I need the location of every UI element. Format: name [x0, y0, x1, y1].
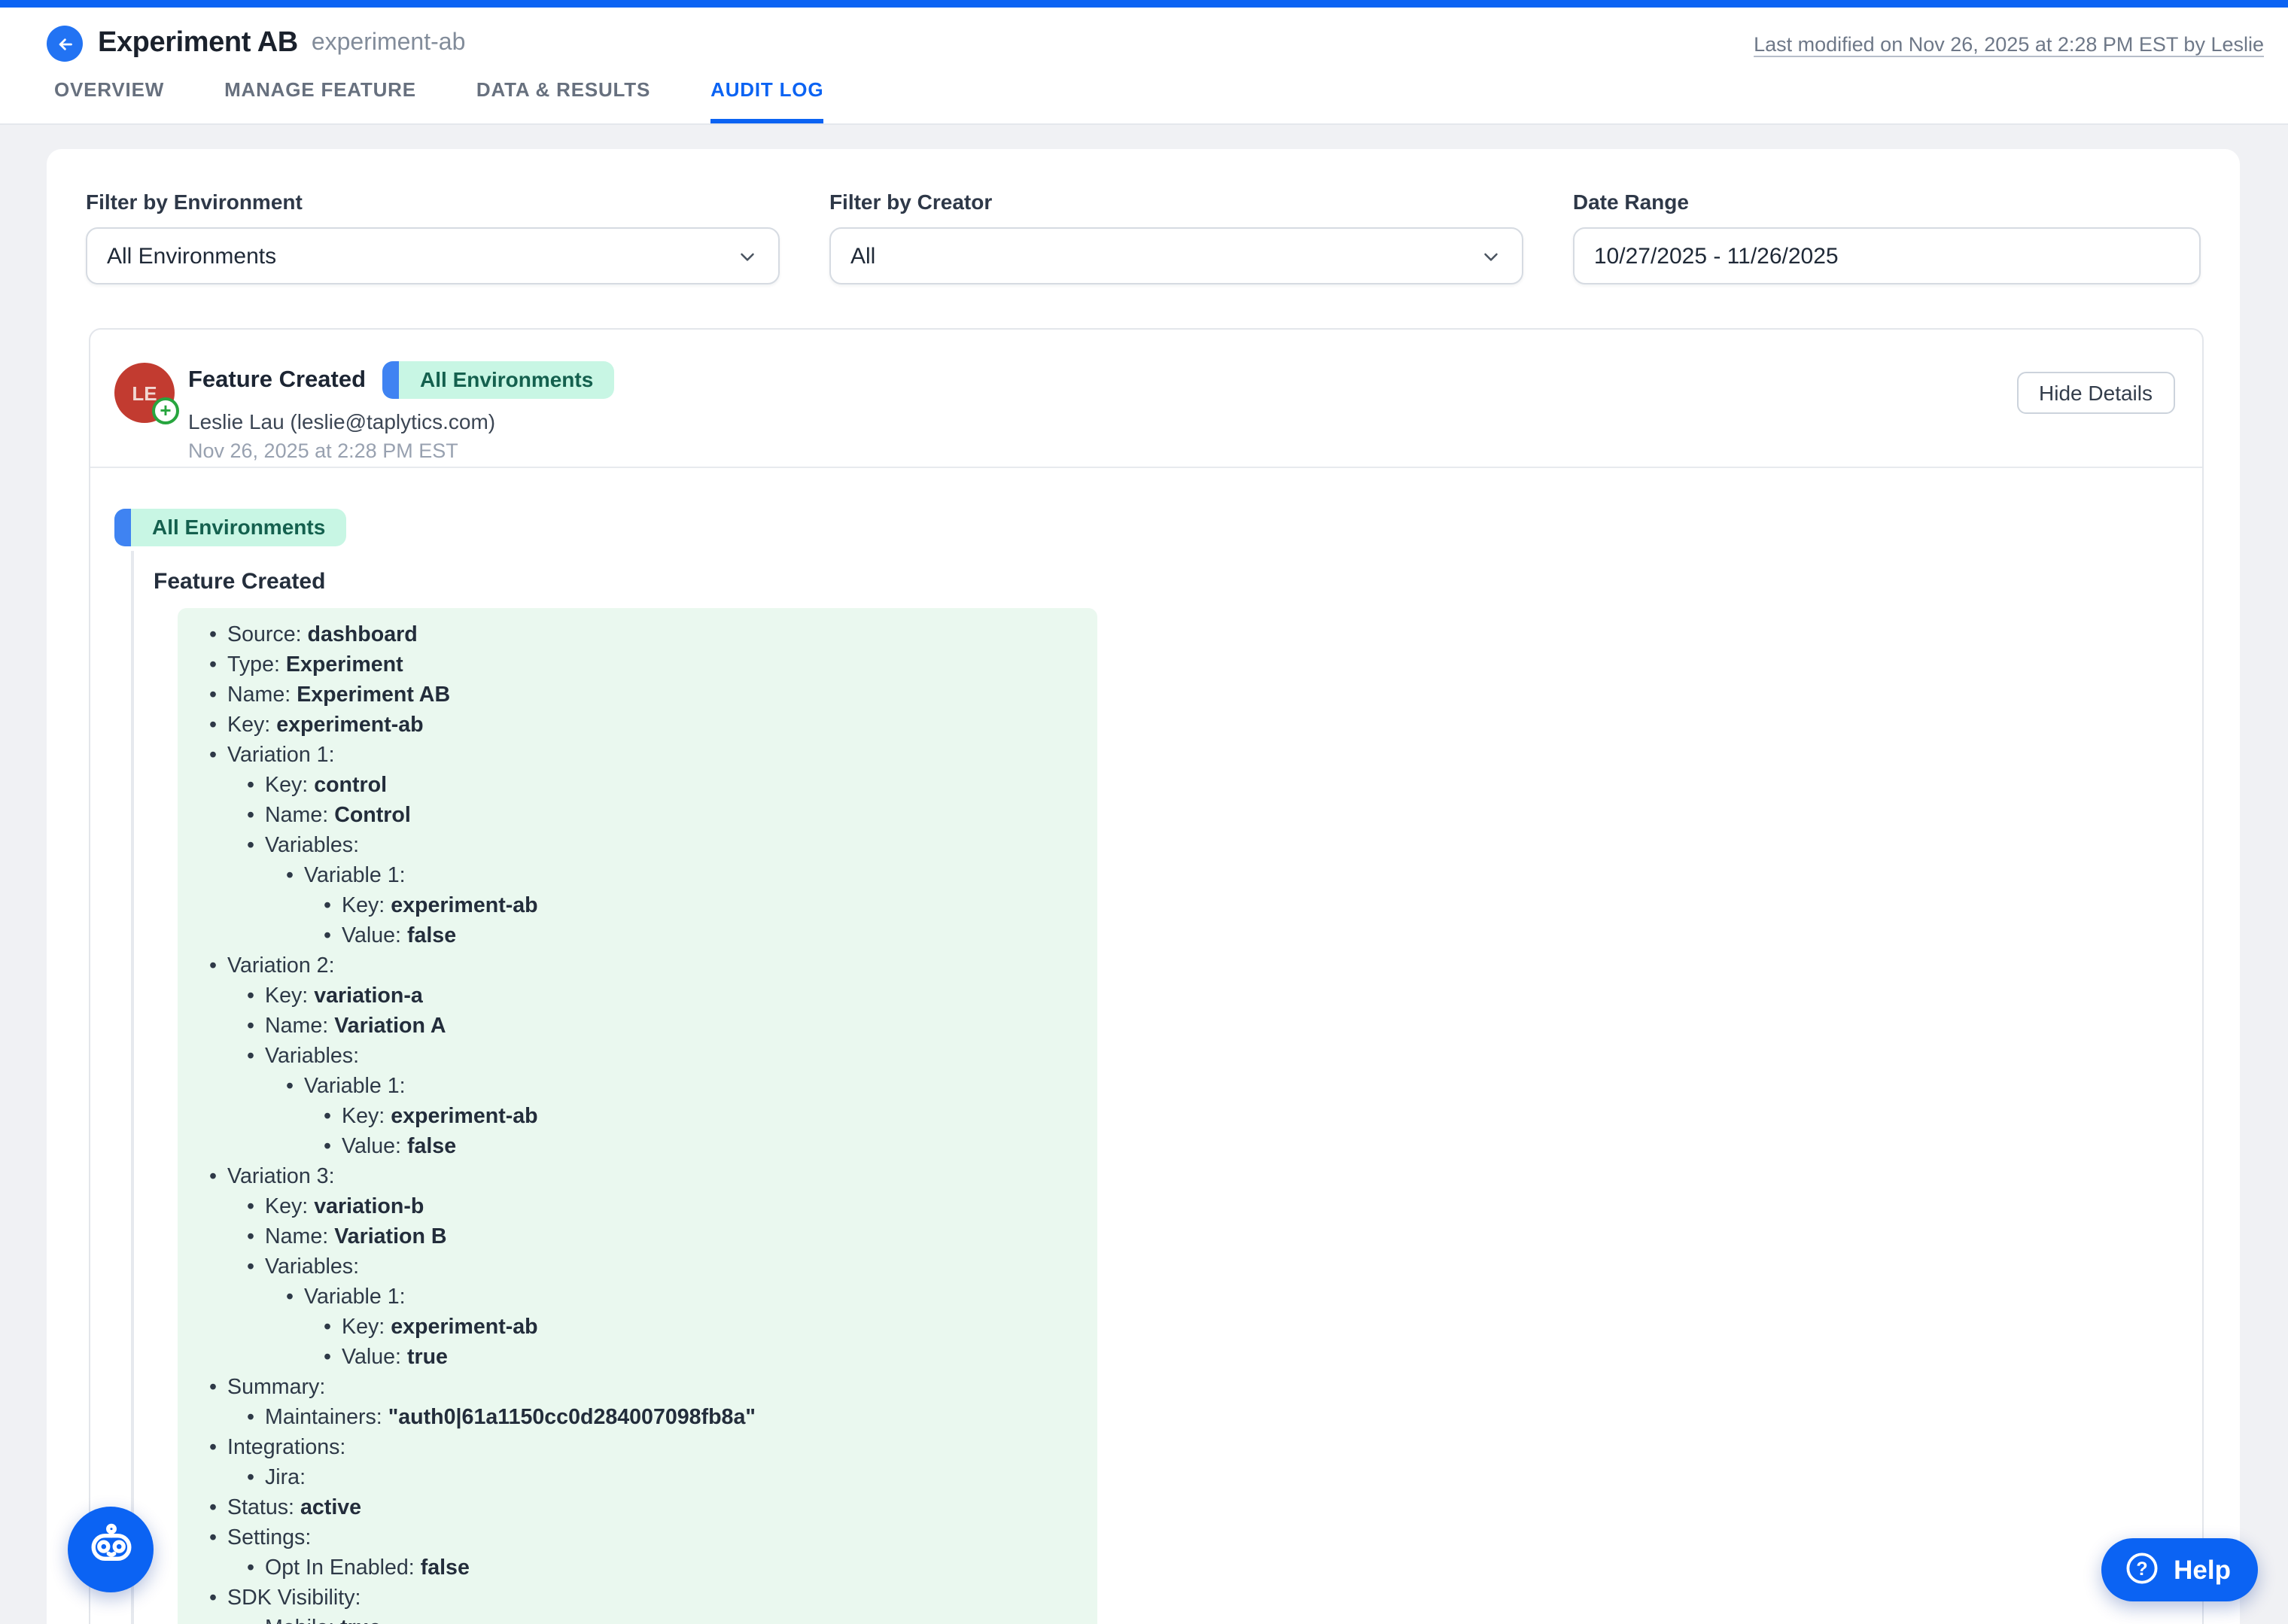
detail-line: Maintainers: "auth0|61a1150cc0d284007098…: [178, 1403, 1097, 1433]
environment-badge-label: All Environments: [399, 361, 614, 399]
environment-color-chip: [382, 361, 399, 399]
tab-bar: OVERVIEW MANAGE FEATURE DATA & RESULTS AUDI…: [54, 78, 823, 123]
robot-icon: [85, 1522, 136, 1577]
detail-line: Key: experiment-ab: [178, 710, 1097, 741]
detail-line: Key: control: [178, 771, 1097, 801]
environment-badge: All Environments: [114, 509, 346, 546]
arrow-left-icon: [53, 32, 76, 55]
back-button[interactable]: [47, 26, 83, 62]
environment-filter-label: Filter by Environment: [86, 190, 780, 214]
question-mark-icon: ?: [2124, 1549, 2160, 1590]
help-button-label: Help: [2174, 1554, 2231, 1586]
date-range-group: Date Range 10/27/2025 - 11/26/2025: [1573, 190, 2201, 284]
detail-line: Value: false: [178, 921, 1097, 951]
environment-color-chip: [114, 509, 131, 546]
detail-line: Name: Control: [178, 801, 1097, 831]
detail-line: Variable 1:: [178, 861, 1097, 891]
avatar: LE +: [114, 363, 175, 423]
detail-line: Settings:: [178, 1523, 1097, 1553]
tab-audit-log[interactable]: AUDIT LOG: [710, 78, 823, 123]
detail-line: Value: false: [178, 1132, 1097, 1162]
hide-details-button[interactable]: Hide Details: [2016, 372, 2175, 414]
detail-line: Value: true: [178, 1343, 1097, 1373]
filters-row: Filter by EnvironmentAll EnvironmentsFil…: [47, 149, 2240, 284]
detail-line: Key: variation-a: [178, 981, 1097, 1011]
detail-line: Name: Variation A: [178, 1011, 1097, 1042]
entry-author: Leslie Lau (leslie@taplytics.com): [188, 409, 614, 433]
title-row: Experiment AB experiment-ab Last modifie…: [0, 8, 2288, 62]
entry-meta: Feature Created All Environments Leslie …: [188, 361, 614, 462]
tab-overview[interactable]: OVERVIEW: [54, 78, 164, 123]
detail-line: Opt In Enabled: false: [178, 1553, 1097, 1583]
detail-line: Key: experiment-ab: [178, 1312, 1097, 1343]
entry-timestamp: Nov 26, 2025 at 2:28 PM EST: [188, 439, 614, 462]
entry-header: LE + Feature Created All Environments Le…: [90, 330, 2202, 468]
app: Experiment AB experiment-ab Last modifie…: [0, 0, 2288, 1624]
detail-line: Variation 3:: [178, 1162, 1097, 1192]
environment-filter-value: All Environments: [107, 243, 276, 269]
environment-badge-label: All Environments: [131, 509, 346, 546]
entry-action-title: Feature Created: [188, 366, 366, 394]
top-accent-bar: [0, 0, 2288, 8]
audit-entry-card: LE + Feature Created All Environments Le…: [89, 328, 2204, 1624]
svg-text:?: ?: [2136, 1558, 2147, 1579]
chevron-down-icon: [1480, 245, 1502, 267]
help-button[interactable]: ? Help: [2101, 1538, 2258, 1601]
environment-filter-select[interactable]: All Environments: [86, 227, 780, 284]
detail-line: Jira:: [178, 1463, 1097, 1493]
detail-line: Variation 1:: [178, 741, 1097, 771]
date-range-value: 10/27/2025 - 11/26/2025: [1594, 243, 1839, 269]
last-modified-link[interactable]: Last modified on Nov 26, 2025 at 2:28 PM…: [1754, 32, 2264, 55]
detail-line: Type: Experiment: [178, 650, 1097, 680]
assistant-button[interactable]: [68, 1507, 154, 1592]
detail-line: Key: experiment-ab: [178, 891, 1097, 921]
detail-line: Key: experiment-ab: [178, 1102, 1097, 1132]
detail-line: Source: dashboard: [178, 620, 1097, 650]
audit-log-panel: Filter by EnvironmentAll EnvironmentsFil…: [47, 149, 2240, 1624]
creator-filter-select[interactable]: All: [829, 227, 1523, 284]
environment-filter-group: Filter by Environment All Environments: [86, 190, 780, 284]
date-range-label: Date Range: [1573, 190, 2201, 214]
detail-line: Status: active: [178, 1493, 1097, 1523]
entry-details: All Environments Feature Created Source:…: [90, 468, 2202, 1624]
detail-line: Variable 1:: [178, 1072, 1097, 1102]
page-header: Experiment AB experiment-ab Last modifie…: [0, 8, 2288, 125]
detail-line: Integrations:: [178, 1433, 1097, 1463]
detail-line: Variable 1:: [178, 1282, 1097, 1312]
detail-line: Variation 2:: [178, 951, 1097, 981]
environment-badge: All Environments: [382, 361, 614, 399]
detail-line: Mobile: true: [178, 1613, 1097, 1624]
detail-line: Variables:: [178, 831, 1097, 861]
details-list: Source: dashboardType: ExperimentName: E…: [178, 608, 1097, 1624]
detail-line: Key: variation-b: [178, 1192, 1097, 1222]
detail-line: Variables:: [178, 1252, 1097, 1282]
detail-line: Variables:: [178, 1042, 1097, 1072]
tab-data-results[interactable]: DATA & RESULTS: [476, 78, 650, 123]
detail-line: Name: Variation B: [178, 1222, 1097, 1252]
chevron-down-icon: [736, 245, 759, 267]
creator-filter-label: Filter by Creator: [829, 190, 1523, 214]
tab-manage-feature[interactable]: MANAGE FEATURE: [224, 78, 416, 123]
detail-line: SDK Visibility:: [178, 1583, 1097, 1613]
page-title: Experiment AB: [98, 27, 298, 60]
page-subtitle: experiment-ab: [312, 30, 466, 57]
detail-line: Summary:: [178, 1373, 1097, 1403]
indent-guide-line: [131, 551, 134, 1624]
details-heading: Feature Created: [154, 569, 2202, 595]
date-range-input[interactable]: 10/27/2025 - 11/26/2025: [1573, 227, 2201, 284]
plus-badge-icon: +: [152, 397, 179, 424]
creator-filter-group: Filter by Creator All: [829, 190, 1523, 284]
detail-line: Name: Experiment AB: [178, 680, 1097, 710]
avatar-initials: LE: [132, 382, 157, 404]
creator-filter-value: All: [850, 243, 875, 269]
